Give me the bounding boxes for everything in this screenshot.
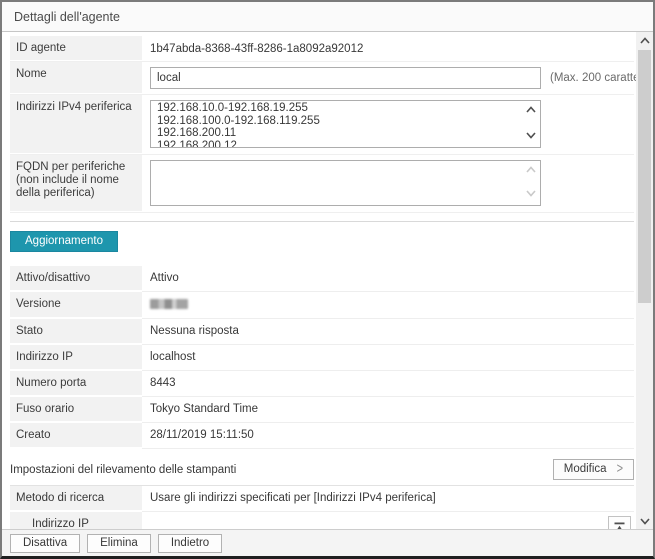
detection-section-title: Impostazioni del rilevamento delle stamp… (10, 464, 236, 476)
timezone-value: Tokyo Standard Time (142, 397, 634, 423)
ipv4-label: Indirizzi IPv4 periferica (10, 95, 142, 154)
table-row: Metodo di ricerca Usare gli indirizzi sp… (10, 486, 634, 512)
port-number-label: Numero porta (10, 371, 142, 397)
state-value: Nessuna risposta (142, 319, 634, 345)
dialog-body: ID agente 1b47abda-8368-43ff-8286-1a8092… (2, 32, 653, 529)
agent-id-value: 1b47abda-8368-43ff-8286-1a8092a92012 (142, 36, 634, 61)
table-row: Indirizzo IP (10, 512, 634, 529)
chevron-right-icon: > (617, 462, 623, 476)
back-button[interactable]: Indietro (158, 534, 222, 553)
edit-button-label: Modifica (564, 463, 607, 475)
edit-button[interactable]: Modifica > (553, 459, 634, 480)
deactivate-button[interactable]: Disattiva (10, 534, 80, 553)
scroll-to-top-icon (613, 521, 626, 529)
max-chars-note: (Max. 200 caratteri) (550, 65, 636, 84)
form-row-agent-id: ID agente 1b47abda-8368-43ff-8286-1a8092… (10, 36, 634, 62)
version-label: Versione (10, 292, 142, 319)
detection-table: Metodo di ricerca Usare gli indirizzi sp… (10, 486, 634, 529)
search-method-label: Metodo di ricerca (10, 486, 142, 512)
table-row: Numero porta 8443 (10, 371, 634, 397)
main-content: ID agente 1b47abda-8368-43ff-8286-1a8092… (2, 32, 636, 529)
timezone-label: Fuso orario (10, 397, 142, 423)
version-value (142, 292, 634, 319)
detection-section-header: Impostazioni del rilevamento delle stamp… (10, 455, 634, 486)
state-label: Stato (10, 319, 142, 345)
table-row: Fuso orario Tokyo Standard Time (10, 397, 634, 423)
agent-status-table: Attivo/disattivo Attivo Versione Stato N… (10, 266, 634, 449)
created-value: 28/11/2019 15:11:50 (142, 423, 634, 449)
vertical-scrollbar[interactable] (636, 32, 653, 529)
scrollbar-thumb[interactable] (638, 50, 651, 303)
delete-button[interactable]: Elimina (87, 534, 151, 553)
form-row-ipv4: Indirizzi IPv4 periferica 192.168.10.0-1… (10, 95, 634, 155)
detection-ip-value (142, 512, 634, 529)
search-method-value: Usare gli indirizzi specificati per [Ind… (142, 486, 634, 512)
page-title: Dettagli dell'agente (14, 10, 120, 24)
fqdn-label: FQDN per periferiche (non include il nom… (10, 155, 142, 212)
agent-id-label: ID agente (10, 36, 142, 61)
form-row-name: Nome (Max. 200 caratteri) (10, 62, 634, 95)
fqdn-textarea[interactable] (150, 160, 541, 206)
table-row: Versione (10, 292, 634, 319)
detection-ip-label: Indirizzo IP (10, 512, 142, 529)
name-input[interactable] (150, 67, 541, 89)
chevron-up-icon[interactable] (525, 165, 537, 176)
section-divider (10, 221, 634, 222)
table-row: Indirizzo IP localhost (10, 345, 634, 371)
scrollbar-up-arrow-icon[interactable] (636, 32, 653, 48)
ipv4-addresses-textarea[interactable]: 192.168.10.0-192.168.19.255 192.168.100.… (150, 100, 541, 148)
footer-bar: Disattiva Elimina Indietro (2, 529, 653, 556)
active-inactive-label: Attivo/disattivo (10, 266, 142, 292)
created-label: Creato (10, 423, 142, 449)
form-row-fqdn: FQDN per periferiche (non include il nom… (10, 155, 634, 213)
port-number-value: 8443 (142, 371, 634, 397)
dialog-titlebar: Dettagli dell'agente (2, 2, 653, 32)
agent-details-dialog: Dettagli dell'agente ID agente 1b47abda-… (0, 0, 655, 559)
chevron-down-icon[interactable] (525, 131, 537, 142)
active-inactive-value: Attivo (142, 266, 634, 292)
update-button[interactable]: Aggiornamento (10, 231, 118, 252)
name-label: Nome (10, 62, 142, 94)
scrollbar-down-arrow-icon[interactable] (636, 513, 653, 529)
ip-address-label: Indirizzo IP (10, 345, 142, 371)
chevron-down-icon[interactable] (525, 189, 537, 200)
table-row: Attivo/disattivo Attivo (10, 266, 634, 292)
scroll-to-top-button[interactable] (608, 516, 631, 529)
ip-address-value: localhost (142, 345, 634, 371)
redacted-version-value (150, 299, 188, 309)
chevron-up-icon[interactable] (525, 105, 537, 116)
table-row: Creato 28/11/2019 15:11:50 (10, 423, 634, 449)
table-row: Stato Nessuna risposta (10, 319, 634, 345)
